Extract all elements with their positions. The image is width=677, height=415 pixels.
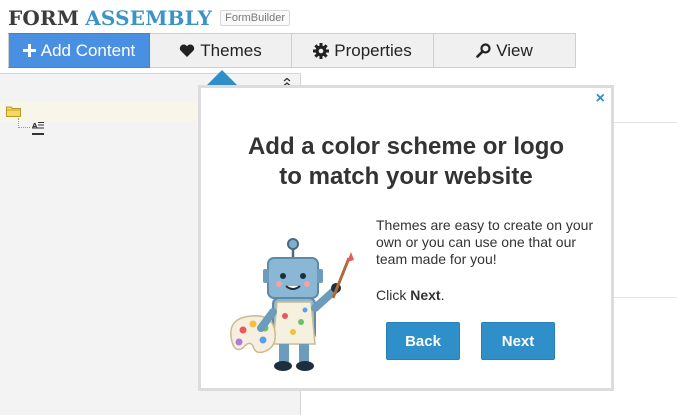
instruction-next: Next (410, 287, 441, 303)
heart-icon (179, 43, 195, 58)
instruction-prefix: Click (376, 287, 411, 303)
divider (610, 297, 677, 298)
add-content-label: Add Content (40, 40, 136, 60)
themes-button[interactable]: Themes (150, 33, 292, 68)
view-label: View (496, 40, 533, 60)
instruction-suffix: . (440, 287, 445, 303)
next-button[interactable]: Next (481, 322, 555, 360)
text-field-icon[interactable]: A (32, 121, 44, 135)
back-button[interactable]: Back (386, 322, 460, 360)
formbuilder-badge: FormBuilder (220, 10, 291, 26)
popover-body-text: Themes are easy to create on your own or… (376, 217, 594, 267)
svg-text:A: A (32, 122, 38, 130)
popover-instruction: Click Next. (376, 287, 444, 303)
robot-illustration (230, 238, 354, 371)
tree-connector (18, 118, 30, 128)
themes-tour-popover: × Add a color scheme or logo to match yo… (198, 85, 614, 391)
magnifier-icon (476, 43, 491, 58)
main-toolbar: Add Content Themes Properties View (8, 33, 576, 68)
app-logo: FORM ASSEMBLY FormBuilder (8, 6, 291, 30)
popover-title: Add a color scheme or logo to match your… (201, 132, 611, 192)
popover-title-line2: to match your website (279, 163, 533, 190)
close-icon[interactable]: × (596, 90, 605, 108)
properties-button[interactable]: Properties (292, 33, 434, 68)
divider (610, 122, 677, 123)
plus-icon (22, 44, 36, 57)
properties-label: Properties (334, 40, 412, 60)
view-button[interactable]: View (434, 33, 576, 68)
popover-title-line1: Add a color scheme or logo (247, 133, 565, 160)
themes-label: Themes (200, 40, 262, 60)
add-content-button[interactable]: Add Content (8, 33, 150, 68)
gear-icon (313, 42, 330, 59)
logo-text-assembly: ASSEMBLY (85, 6, 213, 30)
logo-text-form: FORM (8, 6, 80, 30)
